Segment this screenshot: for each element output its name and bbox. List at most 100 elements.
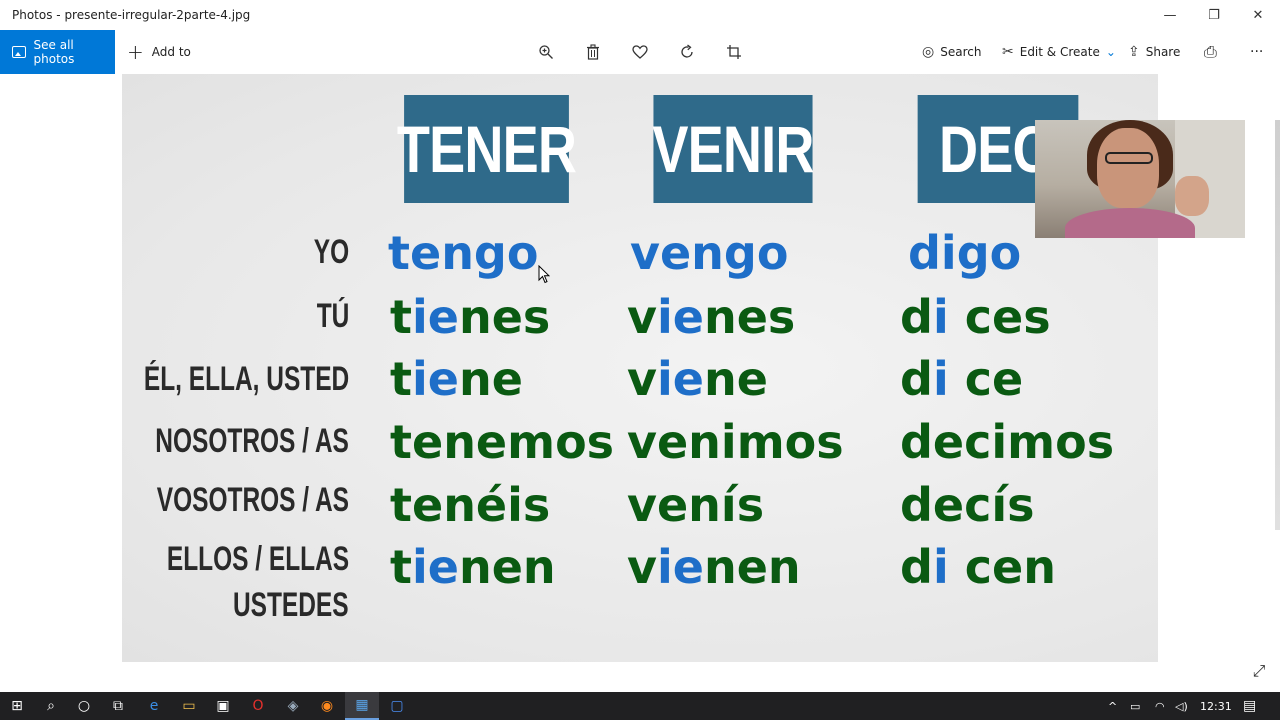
decir-ellos-stem: d [900,540,933,594]
edit-create-label: Edit & Create [1019,45,1100,59]
tener-tu: tienes [390,290,550,344]
add-to-button[interactable]: + Add to [127,42,191,62]
heart-icon[interactable] [625,30,655,74]
venir-tu-ending: nes [703,290,796,344]
pronoun-tu: TÚ [316,297,349,335]
tener-ellos: tienen [390,540,556,594]
share-button[interactable]: ⇪ Share [1128,30,1180,74]
pronoun-nosotros: NOSOTROS / AS [155,422,349,460]
share-label: Share [1145,45,1181,59]
venir-nosotros: venimos [627,415,844,469]
header-venir: VENIR [652,95,814,203]
decir-tu-stem: d [900,290,933,344]
webcam-overlay [1035,120,1245,238]
tener-el: tiene [390,352,523,406]
more-options-button[interactable]: ··· [1250,30,1263,74]
close-button[interactable]: ✕ [1236,0,1280,30]
pronoun-ustedes: USTEDES [233,586,349,624]
venir-yo: vengo [630,226,789,280]
decir-ellos: di cen [900,540,1056,594]
pronoun-el-ella-usted: ÉL, ELLA, USTED [143,360,349,398]
venir-ellos-stem: v [627,540,657,594]
cam-person-glasses [1105,152,1153,164]
tener-vosotros: tenéis [390,478,551,532]
tener-tu-stem: t [390,290,412,344]
tener-ellos-ending: nen [458,540,556,594]
decir-tu-change: i [932,290,949,344]
decir-el: di ce [900,352,1023,406]
decir-el-change: i [932,352,949,406]
edit-create-button[interactable]: ✂ Edit & Create ⌄ [1002,30,1116,74]
header-tener: TENER [397,95,577,203]
trash-icon[interactable] [578,30,608,74]
start-icon[interactable]: ⊞ [0,692,34,720]
tener-tu-ending: nes [458,290,551,344]
tener-el-stem: t [390,352,412,406]
wifi-icon[interactable]: ◠ [1155,692,1165,720]
decir-el-stem: d [900,352,933,406]
taskbar-search-icon[interactable]: ⌕ [34,692,68,720]
chevron-down-icon: ⌄ [1105,45,1116,59]
mouse-cursor-icon [538,264,551,288]
decir-tu-ending: ces [948,290,1051,344]
store-icon[interactable]: ▣ [206,692,240,720]
fullscreen-icon[interactable]: ⤢ [1248,660,1270,682]
rotate-icon[interactable] [672,30,702,74]
venir-tu-stem: v [627,290,657,344]
volume-icon[interactable]: ◁) [1175,692,1188,720]
minimize-button[interactable]: — [1148,0,1192,30]
tener-nosotros: tenemos [390,415,615,469]
file-explorer-icon[interactable]: ▭ [172,692,206,720]
print-button[interactable]: ⎙ [1204,30,1217,74]
see-all-photos-button[interactable]: See all photos [0,30,115,74]
venir-el-change: ie [657,352,704,406]
add-to-label: Add to [151,45,191,59]
edit-create-icon: ✂ [1002,44,1014,60]
venir-vosotros: venís [627,478,765,532]
venir-ellos-ending: nen [703,540,801,594]
firefox-icon[interactable]: ◉ [310,692,344,720]
photos-icon [12,46,26,58]
decir-vosotros: decís [900,478,1035,532]
notifications-icon[interactable]: ▤ [1243,692,1256,720]
pronoun-vosotros: VOSOTROS / AS [156,481,349,519]
venir-el-stem: v [627,352,657,406]
zoom-icon[interactable] [531,30,561,74]
opera-icon[interactable]: O [241,692,275,720]
app-icon[interactable]: ◈ [276,692,310,720]
see-all-label: See all photos [33,38,75,66]
next-image-peek[interactable] [1275,120,1280,530]
crop-icon[interactable] [719,30,749,74]
tener-tu-change: ie [412,290,459,344]
venir-ellos-change: ie [657,540,704,594]
venir-tu-change: ie [657,290,704,344]
venir-el: viene [627,352,768,406]
cortana-icon[interactable]: ○ [67,692,101,720]
pronoun-ellos-ellas: ELLOS / ELLAS [166,540,349,578]
search-icon: ◎ [922,44,935,60]
battery-icon[interactable]: ▭ [1130,692,1140,720]
task-view-icon[interactable]: ⧉ [101,692,135,720]
cam-person-hand [1175,176,1209,216]
decir-tu: di ces [900,290,1051,344]
search-label: Search [940,45,982,59]
photos-app-icon[interactable]: ▦ [345,692,379,720]
title-bar: Photos - presente-irregular-2parte-4.jpg… [0,0,1280,30]
tener-ellos-change: ie [412,540,459,594]
decir-nosotros: decimos [900,415,1115,469]
decir-ellos-change: i [932,540,949,594]
tray-overflow-icon[interactable]: ^ [1108,692,1117,720]
tener-el-change: ie [412,352,459,406]
restore-button[interactable]: ❐ [1192,0,1236,30]
search-button[interactable]: ◎ Search [922,30,981,74]
zoom-app-icon[interactable]: ▢ [380,692,414,720]
tener-yo: tengo [388,226,539,280]
cam-person-face [1097,128,1159,208]
tener-ellos-stem: t [390,540,412,594]
clock[interactable]: 12:31 [1200,692,1232,720]
share-icon: ⇪ [1128,44,1140,60]
pronoun-yo: YO [313,233,349,271]
edge-icon[interactable]: e [137,692,171,720]
plus-icon: + [127,40,144,64]
tener-el-ending: ne [458,352,523,406]
